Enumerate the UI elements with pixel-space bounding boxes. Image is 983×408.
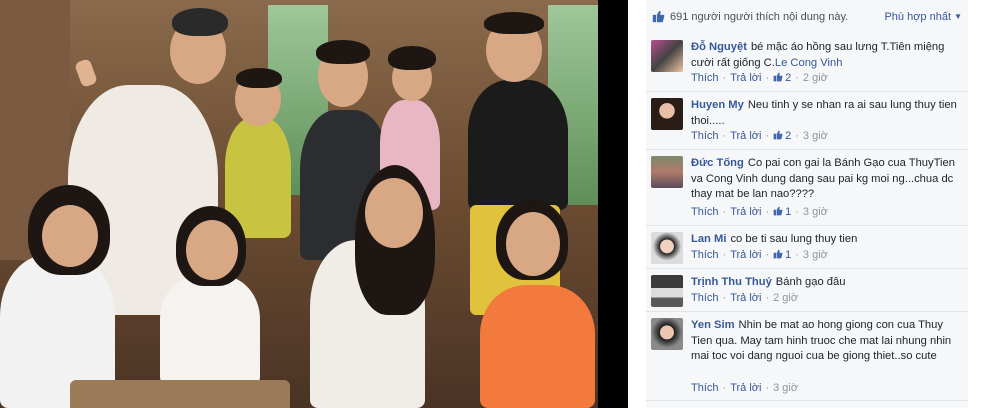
group-photo[interactable] — [0, 0, 598, 408]
thumbs-up-icon — [773, 130, 783, 140]
like-link[interactable]: Thích — [691, 249, 719, 261]
comment-body: Yen Sim Nhin be mat ao hong giong con cua… — [691, 318, 961, 365]
avatar-image[interactable] — [651, 318, 683, 350]
sort-dropdown-label[interactable]: Phù hợp nhất — [884, 11, 951, 23]
avatar-image[interactable] — [651, 40, 683, 72]
table — [70, 380, 290, 408]
comment-author[interactable]: Yen Sim — [691, 319, 735, 331]
comment-time[interactable]: 2 giờ — [773, 292, 798, 304]
comment-author[interactable]: Trịnh Thu Thuỷ — [691, 276, 772, 288]
comment-body: Đỗ Nguyệt bé mặc áo hồng sau lưng T.Tiên … — [691, 40, 961, 71]
reply-link[interactable]: Trả lời — [730, 72, 761, 84]
comment-item: Đỗ Nguyệt bé mặc áo hồng sau lưng T.Tiên … — [646, 34, 968, 92]
comment-author[interactable]: Đỗ Nguyệt — [691, 41, 747, 53]
comment-author[interactable]: Lan Mi — [691, 233, 726, 245]
reply-link[interactable]: Trả lời — [730, 382, 761, 394]
comment-time[interactable]: 3 giờ — [803, 130, 828, 142]
like-count[interactable]: 691 — [670, 11, 688, 23]
comment-text: co be ti sau lung thuy tien — [730, 233, 858, 245]
comment-body: Đức Tống Co pai con gai la Bánh Gạo cua T… — [691, 156, 961, 203]
like-link[interactable]: Thích — [691, 292, 719, 304]
comment-item: Trịnh Thu Thuỷ Bánh gạo đâu Thích · Trả lời… — [646, 269, 968, 312]
comment-body: Huyen My Neu tinh y se nhan ra ai sau lun… — [691, 98, 961, 129]
comment-time[interactable]: 3 giờ — [803, 249, 828, 261]
comment-item: Đức Tống Co pai con gai la Bánh Gạo cua T… — [646, 150, 968, 226]
comment-time[interactable]: 2 giờ — [803, 72, 828, 84]
comment-author[interactable]: Đức Tống — [691, 157, 744, 169]
comments-panel: 691 người người thích nội dung này. Phù … — [646, 0, 968, 408]
avatar-image[interactable] — [651, 98, 683, 130]
comment-actions: Thích · Trả lời · 2 giờ — [691, 292, 799, 304]
like-link[interactable]: Thích — [691, 206, 719, 218]
comment-actions: Thích · Trả lời · 1 · 3 giờ — [691, 206, 828, 218]
like-count-label: người người thích nội dung này. — [691, 11, 849, 23]
dropdown-caret-icon[interactable]: ▼ — [954, 12, 962, 21]
comment-item: Huyen My Neu tinh y se nhan ra ai sau lun… — [646, 92, 968, 150]
comment-actions: Thích · Trả lời · 3 giờ — [691, 382, 799, 394]
comment-mention[interactable]: Le Cong Vinh — [775, 57, 843, 69]
like-count-text[interactable]: 691 người người thích nội dung này. — [670, 11, 848, 23]
avatar-image[interactable] — [651, 156, 683, 188]
like-link[interactable]: Thích — [691, 130, 719, 142]
comment-author[interactable]: Huyen My — [691, 99, 744, 111]
reply-link[interactable]: Trả lời — [730, 292, 761, 304]
reply-link[interactable]: Trả lời — [730, 249, 761, 261]
thumbs-up-icon — [773, 249, 783, 259]
avatar-image[interactable] — [651, 275, 683, 307]
avatar-image[interactable] — [651, 232, 683, 264]
comment-like-count[interactable]: 2 — [785, 130, 791, 142]
thumbs-up-icon — [652, 10, 665, 23]
sort-dropdown[interactable]: Phù hợp nhất ▼ — [884, 11, 962, 23]
comment-body: Lan Mi co be ti sau lung thuy tien — [691, 232, 961, 248]
comment-time[interactable]: 3 giờ — [803, 206, 828, 218]
reply-link[interactable]: Trả lời — [730, 130, 761, 142]
comment-item: Lan Mi co be ti sau lung thuy tien Thích ·… — [646, 226, 968, 269]
thumbs-up-icon — [773, 72, 783, 82]
photo-divider — [598, 0, 628, 408]
comment-like-count[interactable]: 1 — [785, 249, 791, 261]
thumbs-up-icon — [773, 206, 783, 216]
likes-summary-bar: 691 người người thích nội dung này. Phù … — [646, 0, 968, 35]
like-link[interactable]: Thích — [691, 382, 719, 394]
comment-body: Trịnh Thu Thuỷ Bánh gạo đâu — [691, 275, 961, 291]
comment-actions: Thích · Trả lời · 2 · 3 giờ — [691, 130, 828, 142]
like-link[interactable]: Thích — [691, 72, 719, 84]
comment-like-count[interactable]: 2 — [785, 72, 791, 84]
reply-link[interactable]: Trả lời — [730, 206, 761, 218]
comment-time[interactable]: 3 giờ — [773, 382, 798, 394]
comment-text: Bánh gạo đâu — [775, 276, 846, 288]
comment-actions: Thích · Trả lời · 1 · 3 giờ — [691, 249, 828, 261]
comment-item: Yen Sim Nhin be mat ao hong giong con cua… — [646, 312, 968, 401]
comment-like-count[interactable]: 1 — [785, 206, 791, 218]
comment-actions: Thích · Trả lời · 2 · 2 giờ — [691, 72, 828, 84]
